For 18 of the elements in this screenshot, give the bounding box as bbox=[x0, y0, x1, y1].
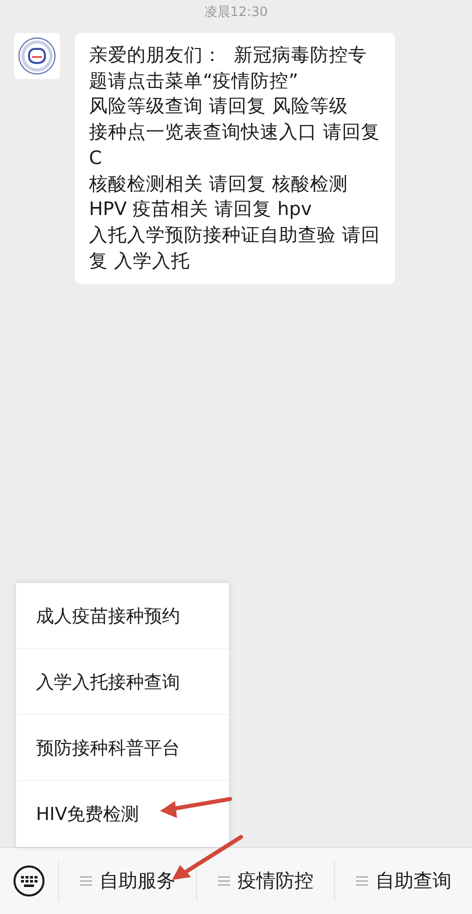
menu-tab[interactable]: 自助查询 bbox=[334, 861, 472, 901]
message-line: 核酸检测相关 请回复 核酸检测 bbox=[89, 172, 349, 197]
keyboard-icon[interactable] bbox=[13, 865, 45, 897]
menu-tab[interactable]: 疫情防控 bbox=[196, 861, 334, 901]
message-line: 亲爱的朋友们： 新冠病毒防控专题请点击菜单“疫情防控” bbox=[89, 44, 368, 94]
menu-item[interactable]: 预防接种科普平台 bbox=[16, 715, 229, 781]
message-line: 入托入学预防接种证自助查验 请回复 入学入托 bbox=[89, 224, 381, 274]
avatar-icon[interactable] bbox=[14, 33, 60, 79]
message-line: 风险等级查询 请回复 风险等级 bbox=[89, 95, 349, 120]
message-line: 接种点一览表查询快速入口 请回复 C bbox=[89, 121, 381, 171]
message-line: HPV 疫苗相关 请回复 hpv bbox=[89, 198, 313, 222]
menu-lines-icon bbox=[356, 876, 368, 886]
menu-item[interactable]: 入学入托接种查询 bbox=[16, 649, 229, 715]
menu-lines-icon bbox=[218, 876, 230, 886]
timestamp: 凌晨12:30 bbox=[204, 5, 268, 20]
menu-item[interactable]: 成人疫苗接种预约 bbox=[16, 583, 229, 649]
menu-lines-icon bbox=[80, 876, 92, 886]
menu-item[interactable]: HIV免费检测 bbox=[16, 781, 229, 847]
